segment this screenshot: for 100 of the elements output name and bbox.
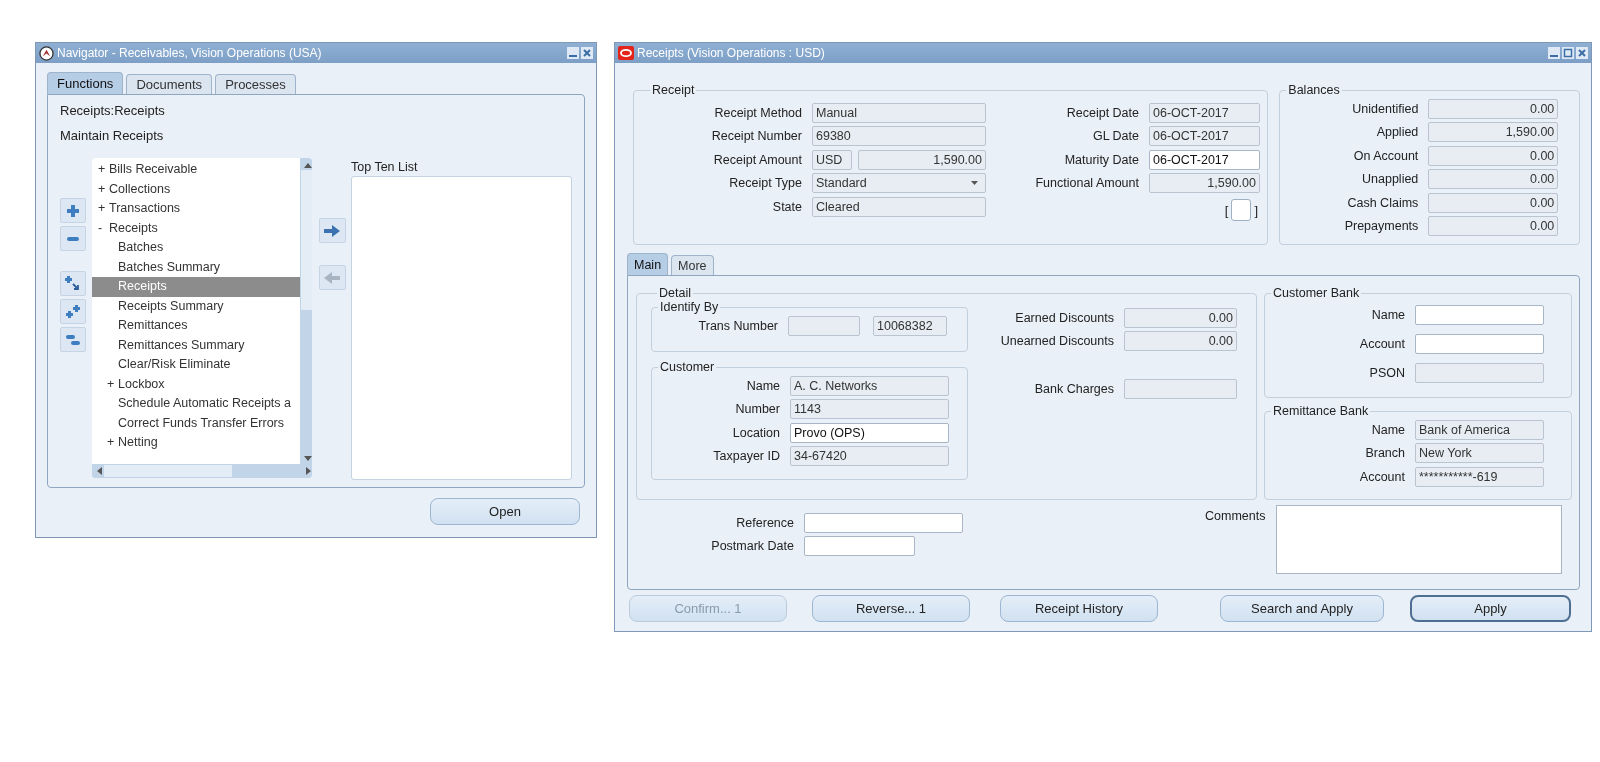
tree-item[interactable]: Remittances (92, 316, 300, 336)
text-field[interactable]: 0.00 (1428, 145, 1559, 166)
action-button[interactable]: Receipt History (1000, 595, 1158, 622)
tree-item[interactable]: Remittances Summary (92, 335, 300, 355)
field-label: Taxpayer ID (712, 449, 780, 464)
field-label: Receipt Method (713, 105, 802, 120)
down-arrow-icon[interactable] (304, 456, 312, 462)
text-field[interactable]: 1,590.00 (1428, 122, 1559, 143)
text-field[interactable]: New York (1415, 443, 1544, 464)
expand-all-icon[interactable] (60, 299, 86, 324)
field-label: Maturity Date (1063, 152, 1139, 167)
field-label: Unearned Discounts (999, 334, 1114, 349)
text-field[interactable]: 1143 (790, 399, 949, 420)
caret-icon (971, 181, 978, 186)
text-field[interactable]: Manual (812, 102, 986, 123)
text-field[interactable] (804, 536, 915, 557)
text-field[interactable]: 0.00 (1124, 331, 1237, 352)
text-field[interactable]: 0.00 (1428, 169, 1559, 190)
tree-item[interactable]: Receipts Summary (92, 296, 300, 316)
field-label: Account (1358, 336, 1405, 351)
text-field[interactable]: 06-OCT-2017 (1149, 102, 1260, 123)
text-field[interactable]: A. C. Networks (790, 375, 949, 396)
text-field[interactable] (1415, 304, 1544, 325)
group-label: Receipt (651, 83, 696, 97)
minimize-icon[interactable] (567, 47, 579, 59)
right-arrow-icon[interactable] (306, 467, 312, 475)
text-field[interactable]: Bank of America (1415, 419, 1544, 440)
text-field[interactable] (1124, 378, 1237, 399)
text-field[interactable] (788, 315, 860, 336)
action-button[interactable]: Reverse... 1 (812, 595, 970, 622)
text-field[interactable]: USD (812, 149, 852, 170)
collapse-all-icon[interactable] (60, 327, 86, 352)
tree-item[interactable]: Clear/Risk Eliminate (92, 355, 300, 375)
text-field[interactable]: ***********-619 (1415, 466, 1544, 487)
horizontal-scrollbar[interactable] (92, 464, 312, 478)
tree-item[interactable]: + Lockbox (92, 374, 300, 394)
field-label: Branch (1364, 446, 1405, 461)
field-label: On Account (1352, 148, 1419, 163)
expand-branch-icon[interactable] (60, 271, 86, 296)
field-label: Receipt Amount (712, 152, 802, 167)
open-button[interactable]: Open (430, 498, 580, 525)
text-field[interactable]: 34-67420 (790, 446, 949, 467)
tree-item[interactable]: Batches Summary (92, 257, 300, 277)
action-button[interactable]: Apply (1410, 595, 1571, 622)
text-field[interactable]: 0.00 (1428, 98, 1559, 119)
top-ten-label: Top Ten List (351, 159, 419, 176)
tab[interactable]: More (671, 255, 714, 275)
tab[interactable]: Processes (215, 74, 296, 94)
tree-item[interactable]: Correct Funds Transfer Errors (92, 413, 300, 433)
action-button[interactable]: Search and Apply (1220, 595, 1384, 622)
text-field[interactable] (1415, 333, 1544, 354)
tree-item[interactable]: + Bills Receivable (92, 160, 300, 180)
function-description: Maintain Receipts (60, 127, 165, 145)
field-label: Number (734, 402, 780, 417)
text-field[interactable]: 0.00 (1124, 307, 1237, 328)
text-field[interactable] (804, 512, 963, 533)
text-field[interactable]: 0.00 (1428, 192, 1559, 213)
tree-item[interactable]: + Transactions (92, 199, 300, 219)
text-field[interactable] (1415, 362, 1544, 383)
close-icon[interactable] (581, 47, 593, 59)
tree-item[interactable]: + Netting (92, 433, 300, 453)
field-label: Unidentified (1351, 101, 1419, 116)
minimize-icon[interactable] (1548, 47, 1560, 59)
maximize-icon[interactable] (1562, 47, 1574, 59)
text-field[interactable]: 06-OCT-2017 (1149, 149, 1260, 170)
field-label: Applied (1375, 125, 1419, 140)
checkbox[interactable] (1231, 199, 1252, 221)
tree-item[interactable]: + Collections (92, 179, 300, 199)
field-label: PSON (1368, 365, 1405, 380)
text-field[interactable]: 1,590.00 (1149, 173, 1260, 194)
expand-icon[interactable] (60, 198, 86, 223)
bracket: ] (1254, 202, 1258, 218)
group-label: Detail (658, 286, 692, 300)
group-label: Balances (1287, 83, 1341, 97)
tree-item[interactable]: - Receipts (92, 218, 300, 238)
text-field[interactable]: 10068382 (873, 315, 947, 336)
comments-field[interactable] (1276, 505, 1563, 574)
text-field[interactable]: Cleared (812, 196, 986, 217)
field-label: Receipt Type (728, 176, 802, 191)
field-label: Receipt Date (1065, 105, 1139, 120)
tab[interactable]: Functions (47, 72, 124, 94)
field-label: Reference (735, 515, 794, 530)
text-field[interactable]: Provo (OPS) (790, 422, 949, 443)
collapse-icon[interactable] (60, 226, 86, 251)
text-field[interactable]: 0.00 (1428, 216, 1559, 237)
text-field[interactable]: 06-OCT-2017 (1149, 126, 1260, 147)
text-field[interactable]: 69380 (812, 126, 986, 147)
vertical-scrollbar[interactable] (300, 158, 312, 464)
up-arrow-icon[interactable] (304, 162, 312, 168)
close-icon[interactable] (1576, 47, 1588, 59)
text-field[interactable]: 1,590.00 (858, 149, 986, 170)
dropdown-field[interactable]: Standard (812, 173, 986, 194)
field-label: Name (1370, 422, 1405, 437)
window-title: Navigator - Receivables, Vision Operations (USA) (57, 46, 322, 60)
tab[interactable]: Main (627, 253, 669, 275)
field-label: Prepayments (1343, 219, 1419, 234)
tree-item[interactable]: Schedule Automatic Receipts a (92, 394, 300, 414)
tab[interactable]: Documents (126, 74, 213, 94)
left-arrow-icon[interactable] (96, 467, 102, 475)
tree-item[interactable]: Batches (92, 238, 300, 258)
